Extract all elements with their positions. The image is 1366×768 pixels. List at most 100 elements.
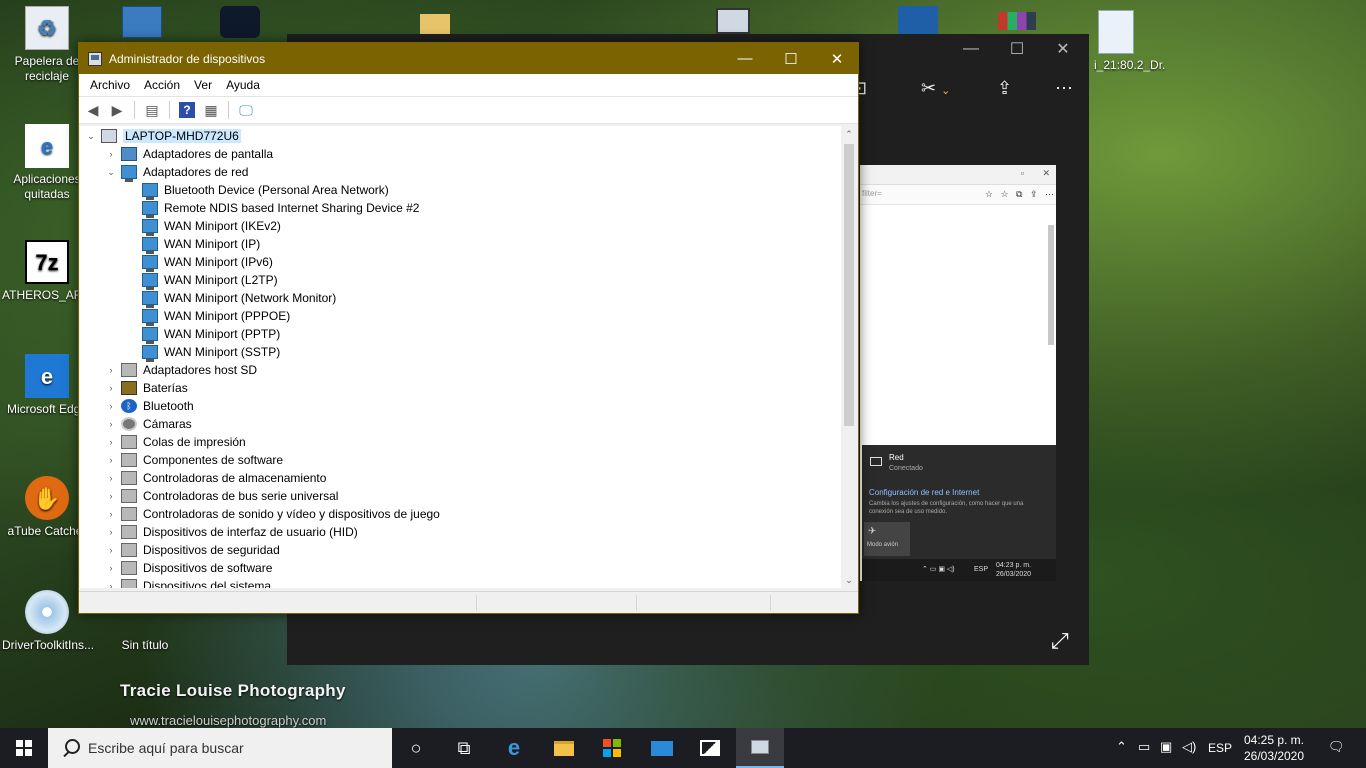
books-icon[interactable] bbox=[998, 12, 1036, 30]
edge-taskbar-icon[interactable]: e bbox=[490, 728, 538, 768]
tree-category[interactable]: › Dispositivos del sistema bbox=[104, 577, 271, 588]
tree-device[interactable]: WAN Miniport (IPv6) bbox=[142, 253, 273, 272]
update-driver-icon[interactable]: ▦ bbox=[200, 100, 222, 120]
back-arrow-icon[interactable]: ◀ bbox=[82, 100, 104, 120]
properties-icon[interactable]: ▤ bbox=[141, 100, 163, 120]
photos-taskbar-icon[interactable] bbox=[686, 728, 734, 768]
tree-category[interactable]: › ᛒ Bluetooth bbox=[104, 397, 194, 415]
expand-chevron-icon[interactable]: › bbox=[104, 437, 118, 447]
vertical-scrollbar[interactable]: ⌃ ⌄ bbox=[841, 126, 857, 588]
tree-category[interactable]: › Adaptadores host SD bbox=[104, 361, 257, 379]
fullscreen-icon[interactable]: ⤢ bbox=[1051, 628, 1069, 654]
scan-hardware-icon[interactable]: 🖵 bbox=[235, 100, 257, 120]
expand-chevron-icon[interactable]: › bbox=[104, 473, 118, 483]
tree-category[interactable]: › Controladoras de sonido y vídeo y dispo… bbox=[104, 505, 440, 523]
menu-ayuda[interactable]: Ayuda bbox=[219, 78, 267, 92]
search-placeholder: Escribe aquí para buscar bbox=[88, 740, 244, 756]
start-button[interactable] bbox=[0, 728, 48, 768]
device-tree[interactable]: ⌄ LAPTOP-MHD772U6 › Adaptadores de pantal… bbox=[80, 126, 841, 588]
tree-device[interactable]: WAN Miniport (Network Monitor) bbox=[142, 289, 336, 308]
tree-device[interactable]: WAN Miniport (IKEv2) bbox=[142, 217, 281, 236]
sound-icon bbox=[121, 507, 137, 521]
tree-item-label: Componentes de software bbox=[143, 453, 284, 467]
tree-item-label: Dispositivos de seguridad bbox=[143, 543, 280, 557]
maximize-button[interactable]: ☐ bbox=[994, 34, 1040, 64]
tree-device[interactable]: Bluetooth Device (Personal Area Network) bbox=[142, 181, 389, 200]
network-tray-icon[interactable]: ▣ bbox=[1160, 739, 1172, 755]
language-indicator[interactable]: ESP bbox=[1208, 741, 1232, 755]
collapse-chevron-icon[interactable]: ⌄ bbox=[104, 167, 118, 178]
collapse-chevron-icon[interactable]: ⌄ bbox=[84, 131, 98, 142]
scrollbar-thumb[interactable] bbox=[844, 144, 854, 426]
menu-archivo[interactable]: Archivo bbox=[83, 78, 137, 92]
forward-arrow-icon[interactable]: ▶ bbox=[106, 100, 128, 120]
mail-icon[interactable] bbox=[638, 728, 686, 768]
expand-chevron-icon[interactable]: › bbox=[104, 509, 118, 519]
expand-chevron-icon[interactable]: › bbox=[104, 545, 118, 555]
desktop-icon-untitled[interactable]: Sin título bbox=[100, 620, 190, 653]
tree-category[interactable]: › Dispositivos de seguridad bbox=[104, 541, 280, 559]
expand-chevron-icon[interactable]: › bbox=[104, 455, 118, 465]
share-icon[interactable]: ⇪ bbox=[997, 78, 1012, 99]
tree-device[interactable]: WAN Miniport (IP) bbox=[142, 235, 260, 254]
tree-category[interactable]: › Controladoras de almacenamiento bbox=[104, 469, 326, 487]
tool-app-icon[interactable] bbox=[122, 6, 162, 38]
tree-root[interactable]: ⌄ LAPTOP-MHD772U6 bbox=[84, 127, 241, 145]
tree-category[interactable]: › Dispositivos de software bbox=[104, 559, 272, 577]
tree-category[interactable]: › Adaptadores de pantalla bbox=[104, 145, 273, 163]
help-icon[interactable]: ? bbox=[179, 102, 195, 118]
device-manager-taskbar-icon[interactable] bbox=[736, 728, 784, 768]
tree-category[interactable]: › Controladoras de bus serie universal bbox=[104, 487, 338, 505]
edit-create-icon[interactable]: ✂ ⌄ bbox=[921, 78, 950, 99]
tree-category[interactable]: › Colas de impresión bbox=[104, 433, 246, 451]
expand-chevron-icon[interactable]: › bbox=[104, 581, 118, 588]
atom-app-icon[interactable] bbox=[220, 6, 260, 38]
tree-device[interactable]: WAN Miniport (PPPOE) bbox=[142, 307, 290, 326]
minimize-button[interactable]: — bbox=[948, 34, 994, 64]
scroll-down-arrow-icon[interactable]: ⌄ bbox=[841, 572, 857, 588]
battery-tray-icon[interactable]: ▭ bbox=[1138, 739, 1150, 755]
scroll-up-arrow-icon[interactable]: ⌃ bbox=[841, 126, 857, 142]
device-manager-window[interactable]: Administrador de dispositivos — ☐ ✕ Arch… bbox=[78, 42, 859, 614]
computer-icon[interactable] bbox=[716, 8, 750, 34]
expand-chevron-icon[interactable]: › bbox=[104, 365, 118, 375]
tree-category[interactable]: › Dispositivos de interfaz de usuario (HI… bbox=[104, 523, 358, 541]
taskbar-search-box[interactable]: Escribe aquí para buscar bbox=[48, 728, 392, 768]
expand-chevron-icon[interactable]: › bbox=[104, 401, 118, 411]
window-titlebar[interactable]: Administrador de dispositivos — ☐ ✕ bbox=[79, 43, 858, 74]
show-hidden-icons-chevron-icon[interactable]: ⌃ bbox=[1116, 739, 1127, 755]
minimize-button[interactable]: — bbox=[722, 43, 768, 74]
expand-chevron-icon[interactable]: › bbox=[104, 563, 118, 573]
maximize-button[interactable]: ☐ bbox=[768, 43, 814, 74]
store-icon[interactable] bbox=[588, 728, 636, 768]
tree-device[interactable]: Remote NDIS based Internet Sharing Devic… bbox=[142, 199, 419, 218]
tree-device[interactable]: WAN Miniport (PPTP) bbox=[142, 325, 280, 344]
archive-file-icon[interactable] bbox=[1098, 10, 1134, 54]
snapshot-date: 26/03/2020 bbox=[996, 571, 1032, 578]
expand-chevron-icon[interactable]: › bbox=[104, 149, 118, 159]
seven-zip-icon: 7z bbox=[25, 240, 69, 284]
tree-device[interactable]: WAN Miniport (L2TP) bbox=[142, 271, 278, 290]
expand-chevron-icon[interactable]: › bbox=[104, 491, 118, 501]
expand-chevron-icon[interactable]: › bbox=[104, 383, 118, 393]
tree-category[interactable]: ⌄ Adaptadores de red bbox=[104, 163, 248, 182]
file-explorer-icon[interactable] bbox=[540, 728, 588, 768]
folder-icon[interactable] bbox=[420, 14, 450, 36]
menu-accion[interactable]: Acción bbox=[137, 78, 187, 92]
expand-chevron-icon[interactable]: › bbox=[104, 527, 118, 537]
cortana-icon[interactable]: ○ bbox=[392, 728, 440, 768]
close-button[interactable]: ✕ bbox=[1040, 34, 1086, 64]
expand-chevron-icon[interactable]: › bbox=[104, 419, 118, 429]
notifications-icon[interactable]: 🗨 bbox=[1328, 739, 1345, 755]
tree-category[interactable]: › Cámaras bbox=[104, 415, 192, 433]
menu-ver[interactable]: Ver bbox=[187, 78, 219, 92]
more-options-icon[interactable]: ⋯ bbox=[1055, 78, 1073, 99]
tree-category[interactable]: › Baterías bbox=[104, 379, 188, 397]
tree-category[interactable]: › Componentes de software bbox=[104, 451, 283, 469]
network-adapter-icon bbox=[142, 201, 158, 218]
task-view-icon[interactable]: ⧉ bbox=[440, 728, 488, 768]
volume-icon[interactable]: ◁) bbox=[1182, 739, 1196, 755]
close-button[interactable]: ✕ bbox=[814, 43, 860, 74]
taskbar-clock[interactable]: 04:25 p. m. 26/03/2020 bbox=[1238, 732, 1310, 764]
tree-device[interactable]: WAN Miniport (SSTP) bbox=[142, 343, 280, 362]
